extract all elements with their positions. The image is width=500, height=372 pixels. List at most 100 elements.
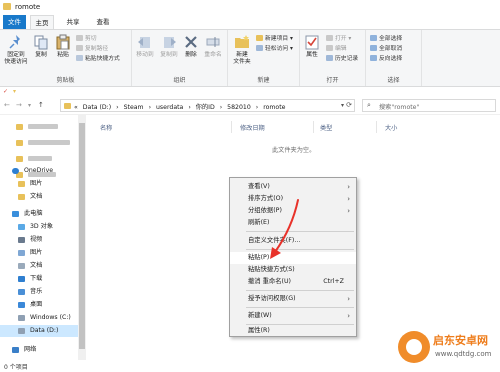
menu-item-refresh[interactable]: 刷新(E)	[230, 217, 356, 229]
scrollbar-thumb[interactable]	[79, 123, 85, 349]
breadcrumb-582010[interactable]: 582010	[227, 104, 251, 111]
new-item-label: 新建项目 ▾	[265, 36, 293, 42]
move-to-button[interactable]: 移动到	[134, 34, 156, 59]
column-header-size[interactable]: 大小	[385, 123, 397, 132]
sidebar-item-pictures[interactable]: 图片	[0, 247, 78, 259]
select-group-label: 选择	[387, 77, 400, 84]
search-input[interactable]: ⌕ 搜索"romote"	[362, 99, 496, 112]
breadcrumb-separator[interactable]: ›	[116, 104, 118, 111]
breadcrumb-data-drive[interactable]: Data (D:)	[83, 104, 111, 111]
properties-button[interactable]: 属性	[302, 34, 322, 59]
chevron-right-icon: ›	[347, 295, 350, 303]
sidebar-item-documents[interactable]: 文档	[0, 260, 78, 272]
paste-button[interactable]: 粘贴	[54, 34, 72, 59]
menu-item-view[interactable]: 查看(V) ›	[230, 181, 356, 193]
organize-group: 移动到 复制到 删除 重命名 组织	[132, 30, 228, 86]
menu-item-paste[interactable]: 粘贴(P)	[230, 252, 356, 264]
menu-item-label: 粘贴(P)	[248, 254, 270, 261]
select-none-button[interactable]: 全部取消	[370, 45, 402, 53]
delete-button[interactable]: 删除	[182, 34, 200, 59]
breadcrumb-romote[interactable]: romote	[263, 104, 285, 111]
back-arrow-icon[interactable]: ←	[4, 101, 10, 109]
paste-shortcut-button[interactable]: 粘贴快捷方式	[76, 55, 120, 63]
pin-to-quick-access-button[interactable]: 固定到 快速访问	[3, 34, 29, 66]
sidebar-item-data-d[interactable]: Data (D:)	[0, 325, 78, 337]
properties-check-icon[interactable]: ✓	[3, 88, 8, 95]
copy-path-button[interactable]: 复制路径	[76, 45, 108, 53]
properties-label: 属性	[306, 52, 318, 58]
column-divider[interactable]	[376, 121, 377, 133]
sidebar-item-videos[interactable]: 视频	[0, 234, 78, 246]
chevron-right-icon: ›	[347, 195, 350, 203]
menu-item-properties[interactable]: 属性(R)	[230, 325, 356, 337]
invert-selection-button[interactable]: 反向选择	[370, 55, 402, 63]
copy-to-button[interactable]: 复制到	[158, 34, 180, 59]
breadcrumb-overflow[interactable]: «	[74, 104, 78, 111]
tab-file[interactable]: 文件	[3, 15, 26, 29]
menu-item-label: 排序方式(O)	[248, 195, 284, 202]
sidebar-item-network[interactable]: 网络	[0, 344, 78, 356]
menu-item-give-access[interactable]: 授予访问权限(G) ›	[230, 293, 356, 305]
forward-arrow-icon[interactable]: →	[16, 101, 22, 109]
sidebar-item-quick-access-2[interactable]	[0, 137, 78, 149]
rename-button[interactable]: 重命名	[202, 34, 224, 59]
move-to-icon	[138, 37, 150, 48]
sidebar-item-downloads[interactable]: 下载	[0, 273, 78, 285]
edit-button[interactable]: 编辑	[326, 45, 347, 53]
column-divider[interactable]	[313, 121, 314, 133]
breadcrumb-separator[interactable]: ›	[188, 104, 190, 111]
breadcrumb-separator[interactable]: ›	[149, 104, 151, 111]
menu-item-new[interactable]: 新建(W) ›	[230, 310, 356, 322]
breadcrumb-steam[interactable]: Steam	[124, 104, 144, 111]
column-header-name[interactable]: 名称	[100, 123, 112, 132]
desktop-icon	[18, 302, 25, 308]
tab-view[interactable]: 查看	[92, 15, 114, 29]
menu-item-customize-folder[interactable]: 自定义文件夹(F)...	[230, 235, 356, 247]
address-dropdown-icon[interactable]: ▾	[341, 102, 344, 109]
column-header-type[interactable]: 类型	[320, 123, 332, 132]
tab-home[interactable]: 主页	[30, 15, 54, 29]
menu-item-undo-rename[interactable]: 撤消 重命名(U) Ctrl+Z	[230, 276, 356, 288]
copy-path-label: 复制路径	[85, 46, 109, 52]
menu-item-group-by[interactable]: 分组依据(P) ›	[230, 205, 356, 217]
breadcrumb-separator[interactable]: ›	[256, 104, 258, 111]
sidebar-item-onedrive-pictures[interactable]: 图片	[0, 178, 78, 190]
sidebar-scrollbar[interactable]	[78, 115, 86, 360]
refresh-icon[interactable]: ⟳	[346, 101, 352, 109]
address-bar[interactable]: « Data (D:) › Steam › userdata › 你的ID › …	[60, 99, 355, 112]
column-header-date-modified[interactable]: 修改日期	[240, 123, 265, 132]
sidebar-item-windows-c[interactable]: Windows (C:)	[0, 312, 78, 324]
redacted-label	[28, 155, 52, 161]
sidebar-item-3d-objects[interactable]: 3D 对象	[0, 221, 78, 233]
sidebar-item-onedrive-documents[interactable]: 文档	[0, 191, 78, 203]
easy-access-button[interactable]: 轻松访问 ▾	[256, 45, 293, 53]
breadcrumb-userdata[interactable]: userdata	[156, 104, 183, 111]
item-count: 0 个项目	[4, 364, 28, 371]
select-all-button[interactable]: 全部选择	[370, 35, 402, 43]
tab-share[interactable]: 共享	[62, 15, 84, 29]
sidebar-item-label: 3D 对象	[30, 223, 54, 230]
menu-item-sort-by[interactable]: 排序方式(O) ›	[230, 193, 356, 205]
sidebar-item-quick-access-1[interactable]	[0, 121, 78, 133]
breadcrumb-separator[interactable]: ›	[220, 104, 222, 111]
qat-dropdown-icon[interactable]: ▾	[13, 88, 16, 95]
sidebar-item-desktop[interactable]: 桌面	[0, 299, 78, 311]
open-button[interactable]: 打开 ▾	[326, 35, 351, 43]
new-folder-button[interactable]: 新建 文件夹	[230, 34, 254, 66]
column-divider[interactable]	[231, 121, 232, 133]
up-arrow-icon[interactable]: ↑	[38, 101, 44, 109]
sidebar-item-music[interactable]: 音乐	[0, 286, 78, 298]
sidebar-item-this-pc[interactable]: 此电脑	[0, 208, 78, 220]
new-item-button[interactable]: 新建项目 ▾	[256, 35, 293, 43]
sidebar-item-quick-access-3[interactable]	[0, 153, 78, 165]
context-menu: 查看(V) › 排序方式(O) › 分组依据(P) › 刷新(E) 自定义文件夹…	[229, 177, 357, 337]
history-button[interactable]: 历史记录	[326, 55, 358, 63]
copy-button[interactable]: 复制	[32, 34, 50, 59]
menu-item-paste-shortcut[interactable]: 粘贴快捷方式(S)	[230, 264, 356, 276]
sidebar-item-onedrive[interactable]: OneDrive	[0, 165, 78, 177]
select-none-icon	[370, 45, 377, 51]
breadcrumb-your-id[interactable]: 你的ID	[196, 104, 215, 111]
copy-to-icon	[164, 37, 176, 48]
recent-locations-icon[interactable]: ▾	[28, 102, 31, 109]
cut-button[interactable]: 剪切	[76, 35, 97, 43]
